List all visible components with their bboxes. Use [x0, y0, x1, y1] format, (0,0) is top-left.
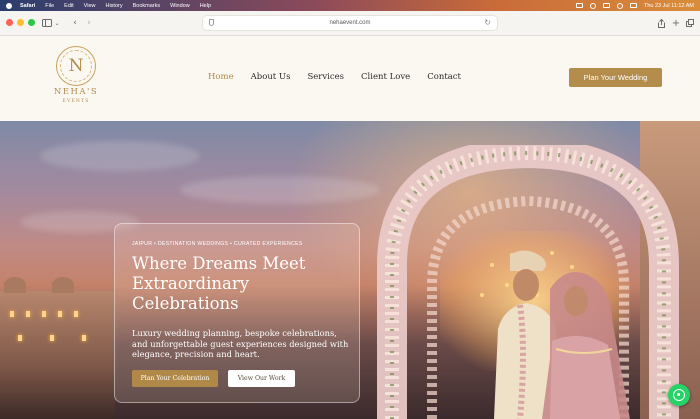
new-tab-icon[interactable]: + [671, 17, 681, 29]
palace-light [50, 335, 54, 341]
nav-about-us[interactable]: About Us [251, 72, 291, 82]
sky-cloud [180, 176, 380, 204]
palace-light [58, 311, 62, 317]
whatsapp-icon [673, 389, 685, 401]
site-logo[interactable]: N NEHA'S EVENTS [44, 42, 108, 118]
whatsapp-chat-button[interactable] [668, 384, 690, 406]
hero-lead: Luxury wedding planning, bespoke celebra… [132, 328, 349, 359]
menu-window[interactable]: Window [170, 3, 190, 9]
palace-dome [52, 277, 74, 293]
palace-silhouette [0, 277, 115, 419]
hero-eyebrow: JAIPUR • DESTINATION WEDDINGS • CURATED … [132, 241, 303, 247]
screen-mirror-icon[interactable] [575, 3, 583, 8]
menu-bookmarks[interactable]: Bookmarks [133, 3, 161, 9]
palace-light [18, 335, 22, 341]
palace-light [82, 335, 86, 341]
palace-light [10, 311, 14, 317]
address-bar[interactable]: nehaevent.com ↻ [203, 16, 497, 30]
macos-menubar: Safari File Edit View History Bookmarks … [0, 0, 700, 11]
logo-tagline: EVENTS [62, 99, 90, 104]
site-header: N NEHA'S EVENTS Home About Us Services C… [0, 36, 700, 121]
menu-edit[interactable]: Edit [64, 3, 73, 9]
forward-icon[interactable]: › [84, 17, 94, 29]
control-center-icon[interactable] [629, 3, 637, 8]
palace-dome [4, 277, 26, 293]
tab-overview-icon[interactable] [685, 17, 695, 29]
back-icon[interactable]: ‹ [70, 17, 80, 29]
privacy-shield-icon[interactable] [209, 19, 214, 26]
palace-light [42, 311, 46, 317]
main-nav: Home About Us Services Client Love Conta… [208, 72, 478, 82]
chevron-down-icon[interactable]: ⌄ [53, 17, 61, 29]
menu-app-name[interactable]: Safari [20, 3, 35, 9]
browser-toolbar: ⌄ ‹ › nehaevent.com ↻ + [0, 11, 700, 36]
couple-photo [494, 250, 630, 419]
menubar-status: Thu 23 Jul 11:12 AM [575, 0, 694, 11]
hero-section: JAIPUR • DESTINATION WEDDINGS • CURATED … [0, 121, 700, 419]
minimize-window-button[interactable] [17, 19, 24, 26]
share-icon[interactable] [656, 17, 666, 29]
nav-services[interactable]: Services [307, 72, 344, 82]
menu-view[interactable]: View [84, 3, 96, 9]
logo-monogram: N [68, 56, 84, 76]
wifi-icon[interactable] [589, 2, 596, 9]
close-window-button[interactable] [6, 19, 13, 26]
view-our-work-button[interactable]: View Our Work [228, 370, 295, 387]
menubar-clock[interactable]: Thu 23 Jul 11:12 AM [644, 3, 694, 9]
nav-contact[interactable]: Contact [427, 72, 461, 82]
logo-name: NEHA'S [53, 87, 99, 97]
menu-history[interactable]: History [105, 3, 122, 9]
sky-cloud [40, 141, 200, 171]
menu-help[interactable]: Help [200, 3, 211, 9]
window-controls [6, 19, 35, 26]
palace-light [74, 311, 78, 317]
search-icon[interactable] [616, 2, 623, 9]
plan-your-celebration-button[interactable]: Plan Your Celebration [132, 370, 218, 387]
nav-client-love[interactable]: Client Love [361, 72, 410, 82]
sidebar-toggle-icon[interactable] [40, 17, 54, 29]
menu-file[interactable]: File [45, 3, 54, 9]
reload-icon[interactable]: ↻ [484, 18, 491, 27]
hero-card: JAIPUR • DESTINATION WEDDINGS • CURATED … [114, 223, 360, 403]
palace-light [26, 311, 30, 317]
address-url: nehaevent.com [329, 20, 371, 26]
nav-home[interactable]: Home [208, 72, 234, 82]
plan-your-wedding-button[interactable]: Plan Your Wedding [569, 68, 662, 87]
zoom-window-button[interactable] [28, 19, 35, 26]
apple-icon[interactable] [6, 2, 12, 9]
hero-title: Where Dreams Meet Extraordinary Celebrat… [132, 254, 306, 313]
battery-icon[interactable] [602, 3, 610, 8]
